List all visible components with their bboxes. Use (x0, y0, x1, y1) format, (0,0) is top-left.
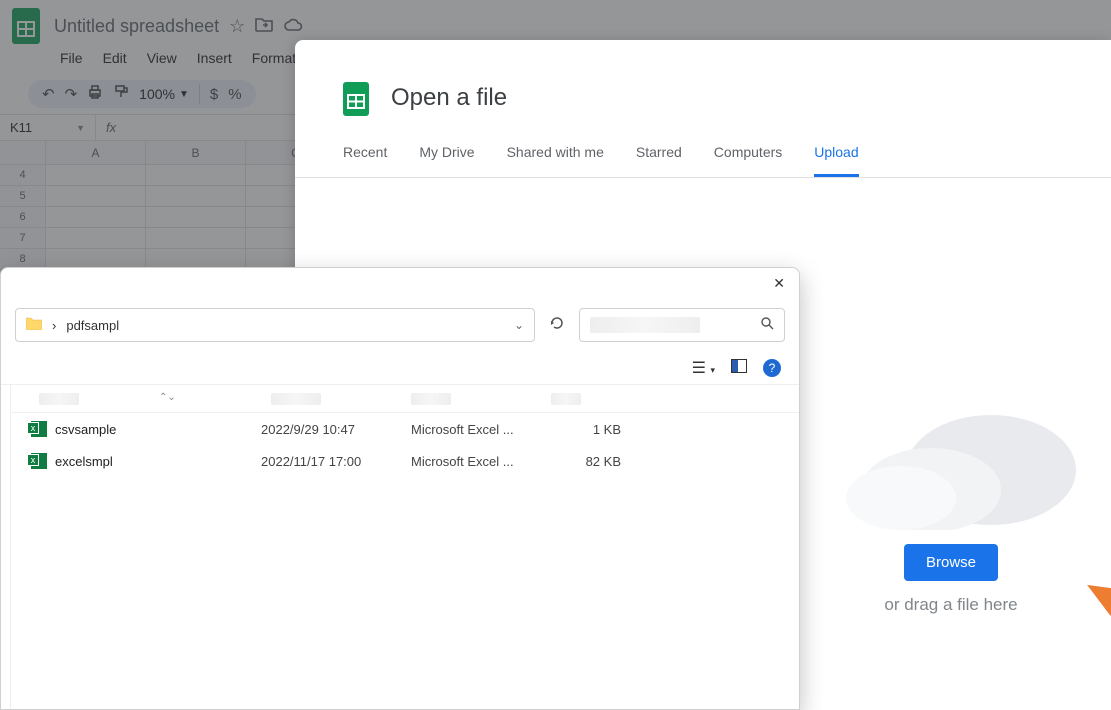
dialog-tabs: Recent My Drive Shared with me Starred C… (295, 144, 1111, 178)
file-size: 82 KB (551, 454, 631, 469)
tab-starred[interactable]: Starred (636, 144, 682, 177)
path-current-folder[interactable]: pdfsampl (66, 318, 119, 333)
explorer-column-headers: ⌃⌄ (11, 385, 799, 413)
file-date: 2022/9/29 10:47 (261, 422, 411, 437)
sheets-file-icon (343, 82, 375, 114)
excel-file-icon (31, 453, 47, 469)
excel-file-icon (31, 421, 47, 437)
view-list-icon[interactable]: ☰ ▾ (692, 358, 715, 378)
preview-pane-icon[interactable] (731, 359, 747, 378)
file-row[interactable]: csvsample 2022/9/29 10:47 Microsoft Exce… (11, 413, 799, 445)
tab-computers[interactable]: Computers (714, 144, 782, 177)
drag-hint-text: or drag a file here (884, 595, 1017, 615)
folder-icon (26, 316, 42, 335)
sort-indicator-icon[interactable]: ⌃⌄ (159, 392, 176, 403)
cloud-illustration (821, 380, 1081, 530)
tab-shared-with-me[interactable]: Shared with me (507, 144, 604, 177)
browse-button[interactable]: Browse (904, 544, 998, 581)
chevron-down-icon[interactable]: ⌄ (514, 318, 524, 332)
close-icon[interactable]: ✕ (773, 275, 785, 292)
explorer-search-field[interactable] (579, 308, 785, 342)
refresh-icon[interactable] (549, 315, 565, 335)
search-placeholder-blur (590, 317, 700, 333)
file-name: csvsample (55, 422, 116, 437)
file-size: 1 KB (551, 422, 631, 437)
explorer-sidebar (1, 385, 11, 709)
dialog-title: Open a file (391, 84, 507, 112)
file-date: 2022/11/17 17:00 (261, 454, 411, 469)
explorer-file-list: ⌃⌄ csvsample 2022/9/29 10:47 Microsoft E… (11, 385, 799, 709)
tab-recent[interactable]: Recent (343, 144, 387, 177)
search-icon[interactable] (761, 317, 774, 333)
tab-my-drive[interactable]: My Drive (419, 144, 474, 177)
explorer-navbar: › pdfsampl ⌄ (1, 298, 799, 352)
file-explorer-window: ✕ › pdfsampl ⌄ ☰ ▾ ? ⌃⌄ (0, 267, 800, 710)
path-breadcrumb[interactable]: › pdfsampl ⌄ (15, 308, 535, 342)
path-separator: › (52, 318, 56, 333)
file-type: Microsoft Excel ... (411, 454, 551, 469)
explorer-view-toolbar: ☰ ▾ ? (1, 352, 799, 385)
tab-upload[interactable]: Upload (814, 144, 858, 177)
file-type: Microsoft Excel ... (411, 422, 551, 437)
file-name: excelsmpl (55, 454, 113, 469)
file-row[interactable]: excelsmpl 2022/11/17 17:00 Microsoft Exc… (11, 445, 799, 477)
explorer-titlebar: ✕ (1, 268, 799, 298)
help-icon[interactable]: ? (763, 359, 781, 377)
upload-dropzone[interactable]: Browse or drag a file here (821, 380, 1081, 615)
